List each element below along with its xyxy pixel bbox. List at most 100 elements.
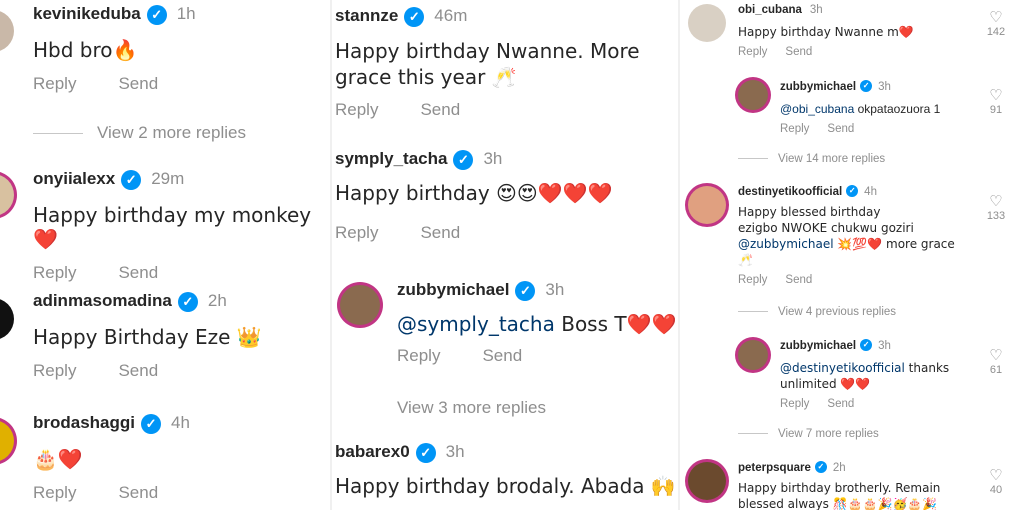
like-button[interactable]: ♡ 40	[984, 466, 1008, 496]
avatar[interactable]	[688, 4, 726, 42]
reply-button[interactable]: Reply	[738, 46, 767, 58]
mention-link[interactable]: @destinyetikoofficial	[780, 361, 905, 375]
view-more-replies[interactable]: View 14 more replies	[738, 153, 885, 165]
comment-username[interactable]: zubbymichael	[780, 340, 856, 352]
reply-button[interactable]: Reply	[33, 74, 76, 93]
reply-button[interactable]: Reply	[33, 483, 76, 502]
comment-text: Happy birthday brodaly. Abada 🙌	[335, 474, 676, 498]
comment-time: 46m	[434, 6, 468, 25]
comment-text: Happy birthday my monkey ❤️	[33, 203, 312, 251]
avatar[interactable]	[0, 420, 14, 462]
send-button[interactable]: Send	[420, 223, 460, 242]
comment-username[interactable]: obi_cubana	[738, 4, 802, 16]
send-button[interactable]: Send	[420, 100, 460, 119]
reply-button[interactable]: Reply	[780, 123, 809, 135]
reply-button[interactable]: Reply	[33, 263, 76, 282]
reply-button[interactable]: Reply	[738, 274, 767, 286]
comment-username[interactable]: destinyetikoofficial	[738, 186, 842, 198]
view-more-replies[interactable]: View 2 more replies	[33, 123, 246, 143]
verified-badge-icon: ✓	[121, 169, 142, 190]
send-button[interactable]: Send	[118, 483, 158, 502]
like-button[interactable]: ♡ 133	[984, 192, 1008, 222]
view-more-replies[interactable]: View 3 more replies	[397, 398, 546, 418]
view-replies-label[interactable]: View 3 more replies	[397, 398, 546, 417]
send-button[interactable]: Send	[482, 346, 522, 365]
send-button[interactable]: Send	[118, 361, 158, 380]
send-button[interactable]: Send	[785, 46, 812, 58]
heart-icon[interactable]: ♡	[984, 346, 1008, 364]
like-count: 133	[986, 210, 1006, 222]
heart-icon[interactable]: ♡	[984, 8, 1008, 26]
mention-link[interactable]: @symply_tacha	[397, 312, 555, 336]
comment-text: Happy birthday brotherly. Remain blessed…	[738, 480, 978, 510]
comment-username[interactable]: stannze	[335, 6, 398, 25]
mention-link[interactable]: @zubbymichael	[738, 237, 834, 251]
avatar[interactable]	[688, 462, 726, 500]
comment-username[interactable]: babarex0	[335, 442, 410, 461]
like-count: 40	[989, 484, 1003, 496]
send-button[interactable]: Send	[785, 274, 812, 286]
like-button[interactable]: ♡ 142	[984, 8, 1008, 38]
heart-icon[interactable]: ♡	[984, 192, 1008, 210]
reply-button[interactable]: Reply	[33, 361, 76, 380]
comment-text-line: unlimited ❤️❤️	[780, 377, 871, 391]
comment-text-body: 💥💯❤️ more grace	[833, 237, 955, 251]
comment-text-line: blessed always 🎊🎂🎂🎉🥳🎂🎉	[738, 497, 938, 510]
comment-time: 4h	[864, 186, 877, 198]
avatar[interactable]	[0, 10, 14, 52]
comment-username[interactable]: adinmasomadina	[33, 291, 172, 310]
avatar[interactable]	[738, 80, 768, 110]
avatar[interactable]	[688, 186, 726, 224]
comment-username[interactable]: onyiialexx	[33, 169, 115, 188]
comment-text-line: 🥂	[738, 253, 753, 267]
comment-username[interactable]: zubbymichael	[397, 280, 509, 299]
avatar[interactable]	[738, 340, 768, 370]
comment-time: 2h	[832, 462, 846, 474]
comment-text-line: ezigbo NWOKE chukwu goziri	[738, 221, 914, 235]
reply-button[interactable]: Reply	[335, 223, 378, 242]
comment: onyiialexx ✓ 29m Happy birthday my monkey …	[33, 169, 328, 283]
send-button[interactable]: Send	[118, 263, 158, 282]
comment-username[interactable]: peterpsquare	[738, 462, 811, 474]
comment-time: 3h	[878, 81, 891, 93]
send-button[interactable]: Send	[827, 123, 854, 135]
avatar[interactable]	[0, 174, 14, 216]
comment: symply_tacha ✓ 3h Happy birthday 😍😍❤️❤️❤️ …	[335, 149, 675, 243]
verified-badge-icon: ✓	[146, 4, 167, 25]
view-replies-label[interactable]: View 7 more replies	[778, 428, 879, 440]
reply-button[interactable]: Reply	[780, 398, 809, 410]
comment-username[interactable]: brodashaggi	[33, 413, 135, 432]
comment-time: 1h	[176, 4, 196, 23]
view-more-replies[interactable]: View 7 more replies	[738, 428, 879, 440]
comment: adinmasomadina ✓ 2h Happy Birthday Eze 👑 R…	[33, 291, 323, 381]
reply-button[interactable]: Reply	[335, 100, 378, 119]
avatar[interactable]	[0, 298, 14, 340]
comment-text: Happy blessed birthday ezigbo NWOKE chuk…	[738, 204, 978, 268]
comment-text-body: okpataozuora 1	[854, 102, 941, 116]
mention-link[interactable]: @obi_cubana	[780, 102, 854, 116]
comments-column-2: stannze ✓ 46m Happy birthday Nwanne. More …	[332, 0, 678, 510]
replies-divider	[33, 133, 83, 135]
like-count: 142	[986, 26, 1006, 38]
view-replies-label[interactable]: View 4 previous replies	[778, 306, 896, 318]
avatar[interactable]	[340, 285, 380, 325]
view-previous-replies[interactable]: View 4 previous replies	[738, 306, 896, 318]
reply-button[interactable]: Reply	[397, 346, 440, 365]
like-button[interactable]: ♡ 61	[984, 346, 1008, 376]
comment-text: 🎂❤️	[33, 447, 83, 471]
comment-username[interactable]: kevinikeduba	[33, 4, 141, 23]
send-button[interactable]: Send	[827, 398, 854, 410]
reply-comment: zubbymichael ✓ 3h @symply_tacha Boss T❤️❤️…	[397, 280, 677, 366]
comment-username[interactable]: symply_tacha	[335, 149, 447, 168]
view-replies-label[interactable]: View 2 more replies	[97, 123, 246, 142]
verified-badge-icon: ✓	[453, 149, 474, 170]
verified-badge-icon: ✓	[177, 291, 198, 312]
verified-badge-icon: ✓	[860, 79, 873, 92]
comment-username[interactable]: zubbymichael	[780, 81, 856, 93]
like-button[interactable]: ♡ 91	[984, 86, 1008, 116]
view-replies-label[interactable]: View 14 more replies	[778, 153, 885, 165]
send-button[interactable]: Send	[118, 74, 158, 93]
heart-icon[interactable]: ♡	[984, 466, 1008, 484]
comment-time: 3h	[545, 280, 565, 299]
heart-icon[interactable]: ♡	[984, 86, 1008, 104]
